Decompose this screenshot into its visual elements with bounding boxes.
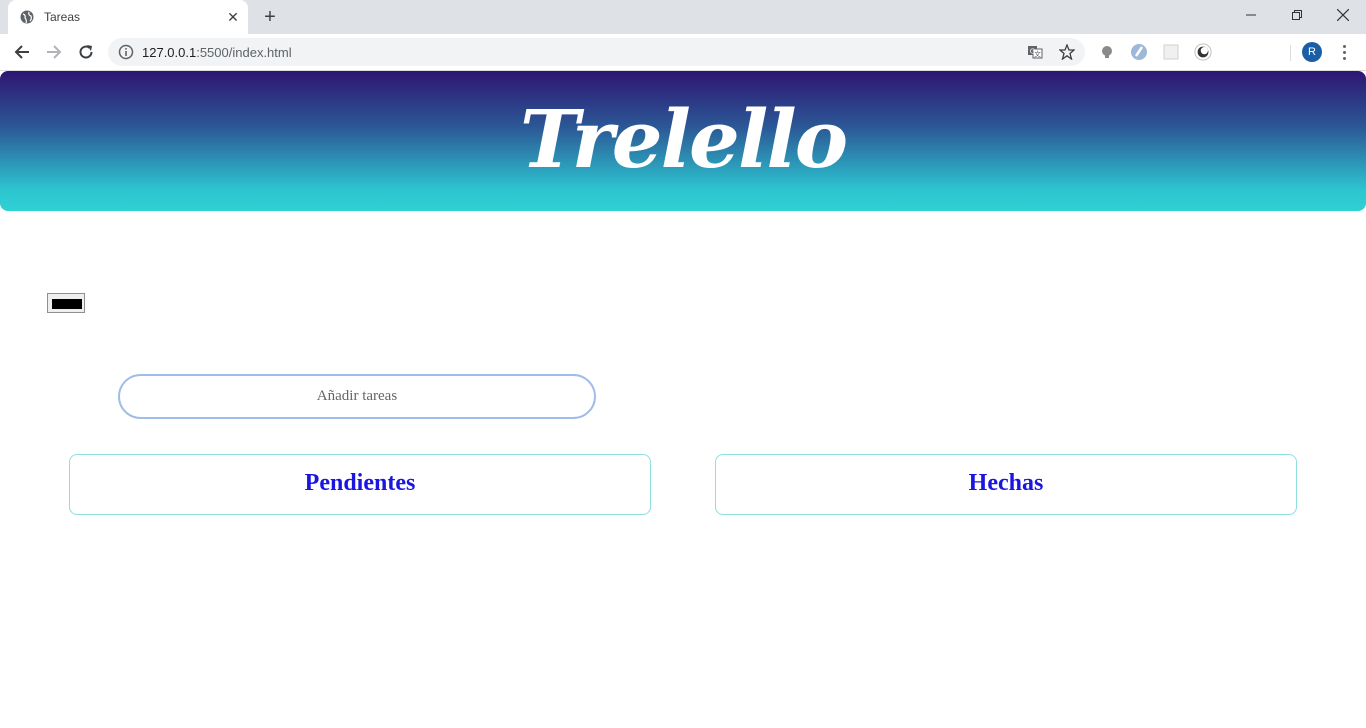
url-host: 127.0.0.1: [142, 45, 197, 60]
globe-icon: [20, 10, 34, 24]
back-icon[interactable]: [10, 40, 34, 64]
minimize-icon[interactable]: [1228, 0, 1274, 30]
column-done[interactable]: Hechas: [715, 454, 1297, 515]
restore-icon[interactable]: [1274, 0, 1320, 30]
address-bar[interactable]: 127.0.0.1:5500/index.html 文G: [108, 38, 1085, 66]
url-path: :5500/index.html: [196, 45, 292, 60]
info-icon[interactable]: [118, 44, 134, 60]
toolbar-separator: [1290, 45, 1291, 61]
profile-avatar[interactable]: R: [1302, 42, 1322, 62]
app-logo: Trelello: [519, 92, 848, 186]
close-window-icon[interactable]: [1320, 0, 1366, 30]
browser-tab[interactable]: Tareas ✕: [8, 0, 248, 34]
color-swatch: [52, 299, 82, 309]
extension-icon-2[interactable]: [1130, 43, 1148, 61]
column-pending[interactable]: Pendientes: [69, 454, 651, 515]
close-tab-icon[interactable]: ✕: [225, 9, 241, 25]
extension-icon-4[interactable]: [1194, 43, 1212, 61]
color-picker-input[interactable]: [47, 293, 85, 313]
page-content: Trelello Pendientes Hechas: [0, 71, 1366, 728]
extension-icon-1[interactable]: [1098, 43, 1116, 61]
translate-icon[interactable]: 文G: [1026, 43, 1044, 61]
browser-toolbar: 127.0.0.1:5500/index.html 文G R: [0, 34, 1366, 71]
forward-icon[interactable]: [42, 40, 66, 64]
menu-kebab-icon[interactable]: [1336, 43, 1352, 61]
add-task-input[interactable]: [118, 374, 596, 419]
new-tab-icon[interactable]: +: [260, 7, 280, 28]
tab-title: Tareas: [44, 10, 81, 24]
column-pending-title: Pendientes: [304, 470, 416, 496]
page-header: Trelello: [0, 71, 1366, 211]
url-text: 127.0.0.1:5500/index.html: [142, 45, 292, 60]
bookmark-star-icon[interactable]: [1058, 43, 1076, 61]
extension-icon-3[interactable]: [1162, 43, 1180, 61]
reload-icon[interactable]: [74, 40, 98, 64]
svg-text:G: G: [1030, 48, 1035, 56]
column-done-title: Hechas: [968, 470, 1044, 496]
browser-tabstrip: Tareas ✕ +: [0, 0, 1366, 34]
